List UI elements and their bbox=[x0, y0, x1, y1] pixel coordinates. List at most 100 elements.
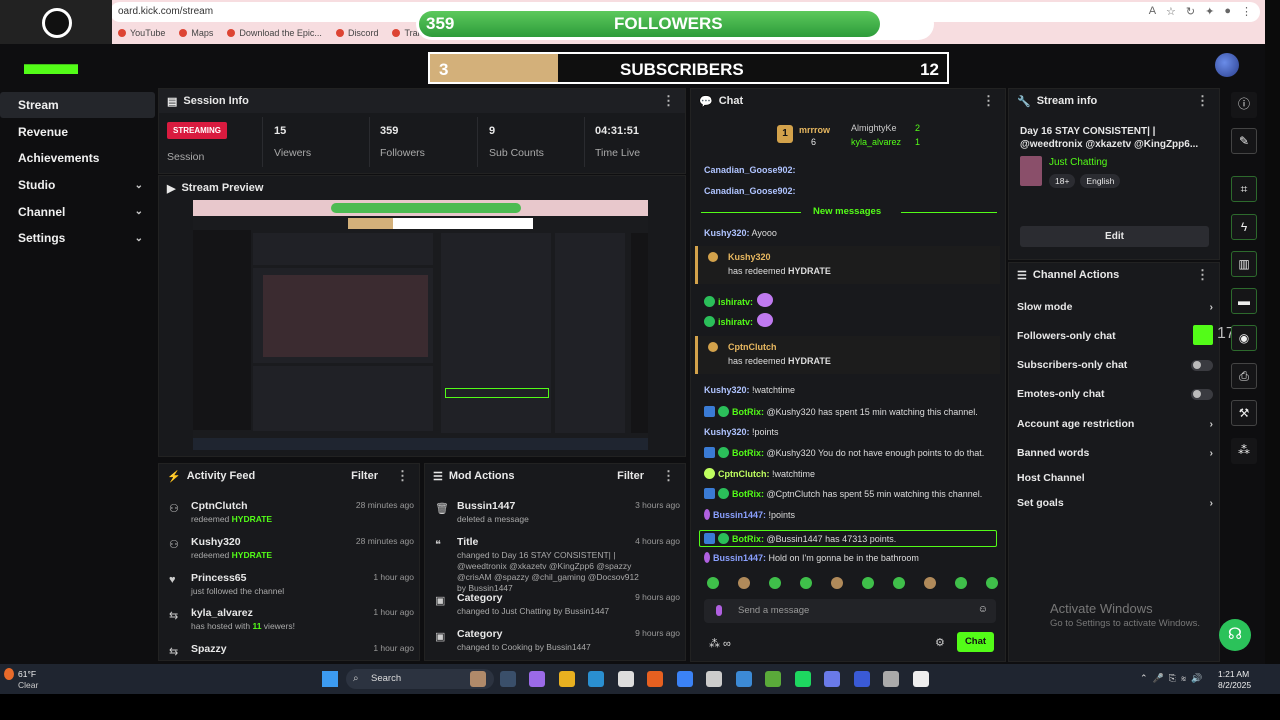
emote-icon[interactable] bbox=[955, 577, 967, 589]
taskbar-app-icon[interactable] bbox=[794, 671, 811, 687]
refresh-icon[interactable]: ↻ bbox=[1186, 5, 1195, 18]
chat-input[interactable]: Send a message ☺ bbox=[704, 599, 996, 623]
sidebar-item-achievements[interactable]: Achievements bbox=[0, 145, 155, 171]
more-icon[interactable]: ⋮ bbox=[982, 93, 995, 109]
bookmark-item[interactable]: Discord bbox=[335, 28, 378, 38]
chat-user[interactable]: Canadian_Goose902: bbox=[704, 165, 796, 175]
activity-user[interactable]: Princess65 bbox=[191, 572, 246, 584]
bookmark-item[interactable]: YouTube bbox=[118, 28, 165, 38]
more-icon[interactable]: ⋮ bbox=[662, 468, 675, 484]
tag-badge[interactable]: 18+ bbox=[1049, 174, 1076, 188]
points-icon[interactable]: ⁂ ∞ bbox=[709, 637, 731, 650]
taskbar-app-icon[interactable] bbox=[676, 671, 693, 687]
leader-name[interactable]: AlmightyKe bbox=[851, 123, 897, 133]
filter-button[interactable]: Filter bbox=[617, 470, 644, 482]
channel-action-emotes-only-chat[interactable]: Emotes-only chat bbox=[1017, 388, 1213, 400]
leader-name[interactable]: mrrrow bbox=[799, 125, 830, 135]
gear-icon[interactable]: ⚙ bbox=[935, 636, 945, 649]
printer-icon[interactable]: ⎙ bbox=[1231, 363, 1257, 389]
chevron-down-icon[interactable]: ⌄ bbox=[135, 206, 143, 217]
activity-user[interactable]: Spazzy bbox=[191, 643, 227, 655]
taskbar-app-icon[interactable] bbox=[765, 671, 781, 687]
profile-icon[interactable]: ● bbox=[1224, 5, 1231, 18]
category-thumbnail[interactable] bbox=[1020, 156, 1042, 186]
taskbar-app-icon[interactable] bbox=[912, 671, 929, 687]
pencil-icon[interactable]: ✎ bbox=[1231, 128, 1257, 154]
emote-icon[interactable] bbox=[800, 577, 812, 589]
sidebar-item-settings[interactable]: Settings ⌄ bbox=[0, 225, 155, 251]
channel-action-account-age-restriction[interactable]: Account age restriction › bbox=[1017, 418, 1213, 430]
support-chat-icon[interactable]: ☊ bbox=[1219, 619, 1251, 651]
share-icon[interactable]: ⁂ bbox=[1231, 438, 1257, 464]
taskbar-app-icon[interactable] bbox=[470, 671, 486, 687]
tag-badge[interactable]: English bbox=[1080, 174, 1121, 188]
leader-name[interactable]: kyla_alvarez bbox=[851, 137, 901, 147]
more-icon[interactable]: ⋮ bbox=[396, 468, 409, 484]
chat-username[interactable]: Bussin1447: bbox=[713, 553, 766, 563]
chat-username[interactable]: BotRix: bbox=[732, 534, 764, 544]
chat-username[interactable]: BotRix: bbox=[732, 448, 764, 458]
channel-action-host-channel[interactable]: Host Channel bbox=[1017, 472, 1213, 484]
chat-username[interactable]: CptnClutch: bbox=[718, 469, 770, 479]
edit-button[interactable]: Edit bbox=[1020, 226, 1209, 247]
message-icon[interactable]: ▬ bbox=[1231, 288, 1257, 314]
activity-user[interactable]: CptnClutch bbox=[191, 500, 248, 512]
chat-username[interactable]: ishiratv: bbox=[718, 297, 753, 307]
tray-icons[interactable]: ⌃ 🎤 ⎘ ≋ 🔊 bbox=[1140, 673, 1202, 684]
toggle-switch[interactable] bbox=[1191, 359, 1213, 371]
chat-username[interactable]: ishiratv: bbox=[718, 317, 753, 327]
taskbar-app-icon[interactable] bbox=[706, 671, 722, 687]
emote-icon[interactable] bbox=[831, 577, 843, 589]
emote-icon[interactable] bbox=[738, 577, 750, 589]
chevron-right-icon[interactable]: › bbox=[1210, 301, 1214, 313]
flash-icon[interactable]: ϟ bbox=[1231, 214, 1257, 240]
channel-action-slow-mode[interactable]: Slow mode › bbox=[1017, 301, 1213, 313]
broadcast-icon[interactable]: ◉ bbox=[1231, 325, 1257, 351]
chevron-right-icon[interactable]: › bbox=[1210, 447, 1214, 459]
chat-username[interactable]: Kushy320: bbox=[704, 228, 750, 238]
filter-button[interactable]: Filter bbox=[351, 470, 378, 482]
chevron-down-icon[interactable]: ⌄ bbox=[135, 180, 143, 191]
taskbar-app-icon[interactable] bbox=[499, 671, 516, 687]
taskbar-app-icon[interactable] bbox=[588, 671, 604, 687]
redeem-user[interactable]: CptnClutch bbox=[728, 342, 777, 352]
chat-username[interactable]: BotRix: bbox=[732, 407, 764, 417]
emoji-icon[interactable]: ☺ bbox=[978, 604, 988, 615]
chevron-down-icon[interactable]: ⌄ bbox=[135, 233, 143, 244]
channel-action-subscribers-only-chat[interactable]: Subscribers-only chat bbox=[1017, 359, 1213, 371]
avatar[interactable] bbox=[1215, 53, 1239, 77]
activity-user[interactable]: kyla_alvarez bbox=[191, 607, 253, 619]
taskbar-app-icon[interactable] bbox=[824, 671, 840, 687]
taskbar-app-icon[interactable] bbox=[558, 671, 575, 687]
bookmark-item[interactable]: Download the Epic... bbox=[227, 28, 322, 38]
chat-username[interactable]: Kushy320: bbox=[704, 385, 750, 395]
activity-user[interactable]: Kushy320 bbox=[191, 536, 241, 548]
menu-icon[interactable]: ⋮ bbox=[1241, 5, 1252, 18]
taskbar-app-icon[interactable] bbox=[853, 671, 870, 687]
chat-user[interactable]: Canadian_Goose902: bbox=[704, 186, 796, 196]
emote-icon[interactable] bbox=[986, 577, 998, 589]
channel-action-banned-words[interactable]: Banned words › bbox=[1017, 447, 1213, 459]
sidebar-item-revenue[interactable]: Revenue bbox=[0, 119, 155, 145]
extensions-icon[interactable]: ✦ bbox=[1205, 5, 1214, 18]
chat-username[interactable]: BotRix: bbox=[732, 489, 764, 499]
emote-icon[interactable] bbox=[769, 577, 781, 589]
chevron-right-icon[interactable]: › bbox=[1210, 497, 1214, 509]
mic-icon[interactable] bbox=[716, 605, 722, 616]
chat-username[interactable]: Bussin1447: bbox=[713, 510, 766, 520]
info-icon[interactable]: ⓘ bbox=[1231, 92, 1257, 118]
clip-icon[interactable]: ⌗ bbox=[1231, 176, 1257, 202]
taskbar-app-icon[interactable] bbox=[883, 671, 899, 687]
sidebar-item-channel[interactable]: Channel ⌄ bbox=[0, 199, 155, 225]
star-icon[interactable]: ☆ bbox=[1166, 5, 1176, 18]
translate-icon[interactable]: A bbox=[1149, 5, 1156, 18]
category-link[interactable]: Just Chatting bbox=[1049, 157, 1107, 168]
taskbar-app-icon[interactable] bbox=[735, 671, 752, 687]
chat-username[interactable]: Kushy320: bbox=[704, 427, 750, 437]
taskbar-app-icon[interactable] bbox=[617, 671, 634, 687]
more-icon[interactable]: ⋮ bbox=[662, 93, 675, 109]
tool-icon[interactable]: ⚒ bbox=[1231, 400, 1257, 426]
note-icon[interactable]: ▥ bbox=[1231, 251, 1257, 277]
emote-icon[interactable] bbox=[893, 577, 905, 589]
channel-action-set-goals[interactable]: Set goals › bbox=[1017, 497, 1213, 509]
